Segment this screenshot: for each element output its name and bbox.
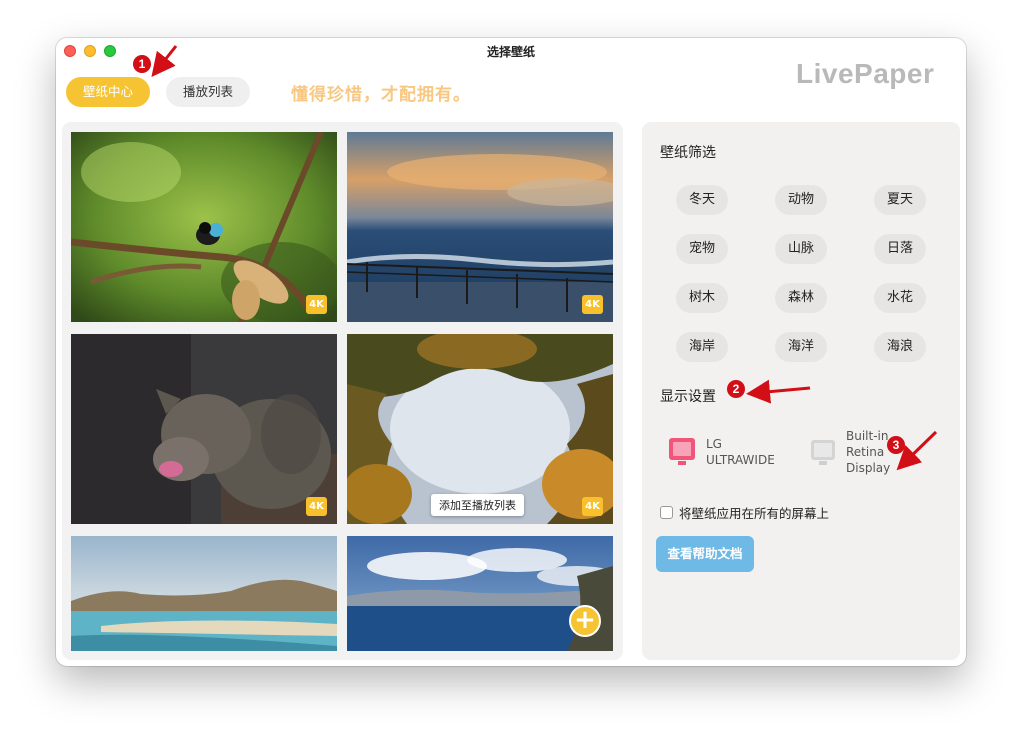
app-window: 选择壁纸 壁纸中心 播放列表 懂得珍惜，才配拥有。 LivePaper 4K 4…: [56, 38, 966, 666]
wallpaper-tile-cat[interactable]: 4K: [71, 334, 337, 524]
filter-tag-sunset[interactable]: 日落: [874, 234, 926, 264]
4k-badge: 4K: [582, 295, 603, 314]
filter-tag-winter[interactable]: 冬天: [676, 185, 728, 215]
wallpaper-tile-ocean[interactable]: +: [347, 536, 613, 651]
annotation-marker-2: 2: [727, 380, 745, 398]
bird-thumbnail: [71, 132, 337, 322]
filter-tag-tree[interactable]: 树木: [676, 283, 728, 313]
wallpaper-tile-coast[interactable]: [71, 536, 337, 651]
filter-tag-splash[interactable]: 水花: [874, 283, 926, 313]
monitor-icon: [811, 440, 835, 465]
add-wallpaper-button[interactable]: +: [569, 605, 601, 637]
cat-thumbnail: [71, 334, 337, 524]
annotation-marker-1: 1: [133, 55, 151, 73]
help-docs-button[interactable]: 查看帮助文档: [656, 536, 754, 572]
filter-tag-animal[interactable]: 动物: [775, 185, 827, 215]
display-label: LG ULTRAWIDE: [706, 437, 775, 467]
apply-all-checkbox[interactable]: [660, 506, 673, 519]
filter-panel: 壁纸筛选 冬天 动物 夏天 宠物 山脉 日落 树木 森林 水花 海岸 海洋 海浪…: [642, 122, 960, 660]
4k-badge: 4K: [306, 497, 327, 516]
filter-title: 壁纸筛选: [660, 145, 716, 161]
coast-thumbnail: [71, 536, 337, 651]
ocean-thumbnail: [347, 536, 613, 651]
tab-wallpaper-center[interactable]: 壁纸中心: [66, 77, 150, 107]
annotation-marker-3: 3: [887, 436, 905, 454]
monitor-icon: [669, 438, 695, 465]
display-settings-title: 显示设置: [660, 389, 716, 405]
display-built-in-retina[interactable]: Built-in Retina Display: [810, 428, 890, 476]
wallpaper-tile-trees[interactable]: 添加至播放列表 4K: [347, 334, 613, 524]
filter-tag-coast[interactable]: 海岸: [676, 332, 728, 362]
display-label: Built-in Retina Display: [846, 429, 891, 475]
4k-badge: 4K: [306, 295, 327, 314]
filter-tag-mountain[interactable]: 山脉: [775, 234, 827, 264]
apply-all-label: 将壁纸应用在所有的屏幕上: [679, 506, 830, 521]
slogan-text: 懂得珍惜，才配拥有。: [291, 85, 471, 105]
app-logo: LivePaper: [796, 58, 935, 89]
display-lg-ultrawide[interactable]: LG ULTRAWIDE: [668, 436, 775, 468]
filter-tag-forest[interactable]: 森林: [775, 283, 827, 313]
apply-all-screens-option[interactable]: 将壁纸应用在所有的屏幕上: [660, 503, 829, 522]
wallpaper-tile-bird[interactable]: 4K: [71, 132, 337, 322]
wallpaper-tile-sea[interactable]: 4K: [347, 132, 613, 322]
sea-thumbnail: [347, 132, 613, 322]
tab-playlist[interactable]: 播放列表: [166, 77, 250, 107]
wallpaper-gallery: 4K 4K 4K 添加至播放列表 4K +: [62, 122, 623, 660]
filter-tag-wave[interactable]: 海浪: [874, 332, 926, 362]
filter-tag-pet[interactable]: 宠物: [676, 234, 728, 264]
filter-tag-ocean[interactable]: 海洋: [775, 332, 827, 362]
filter-tag-summer[interactable]: 夏天: [874, 185, 926, 215]
add-to-playlist-tooltip: 添加至播放列表: [431, 494, 524, 516]
4k-badge: 4K: [582, 497, 603, 516]
